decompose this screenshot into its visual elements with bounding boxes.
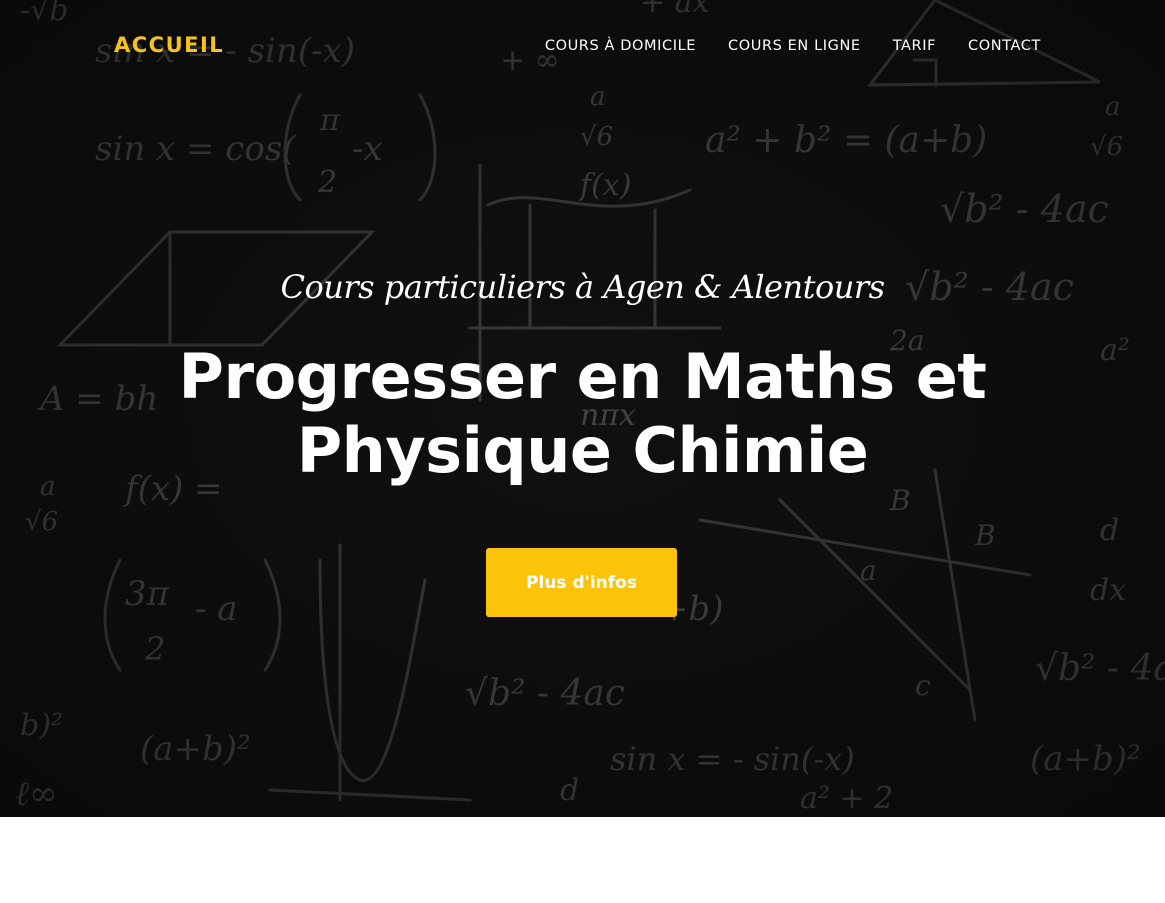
hero-title: Progresser en Maths et Physique Chimie bbox=[0, 340, 1165, 488]
hero-title-line-1: Progresser en Maths et bbox=[178, 340, 987, 413]
hero-title-line-2: Physique Chimie bbox=[296, 414, 869, 487]
more-info-button[interactable]: Plus d'infos bbox=[486, 548, 677, 617]
nav-item-tarif[interactable]: TARIF bbox=[893, 38, 936, 54]
hero-subtitle: Cours particuliers à Agen & Alentours bbox=[280, 268, 885, 306]
brand-home-link[interactable]: ACCUEIL bbox=[114, 33, 224, 57]
nav-item-cours-a-domicile[interactable]: COURS À DOMICILE bbox=[545, 38, 696, 54]
hero-section: sin x = - sin(-x) sin x = cos( π 2 -x f(… bbox=[0, 0, 1165, 817]
nav-item-cours-en-ligne[interactable]: COURS EN LIGNE bbox=[728, 38, 861, 54]
nav-item-contact[interactable]: CONTACT bbox=[968, 38, 1041, 54]
main-navigation: COURS À DOMICILE COURS EN LIGNE TARIF CO… bbox=[545, 38, 1041, 54]
